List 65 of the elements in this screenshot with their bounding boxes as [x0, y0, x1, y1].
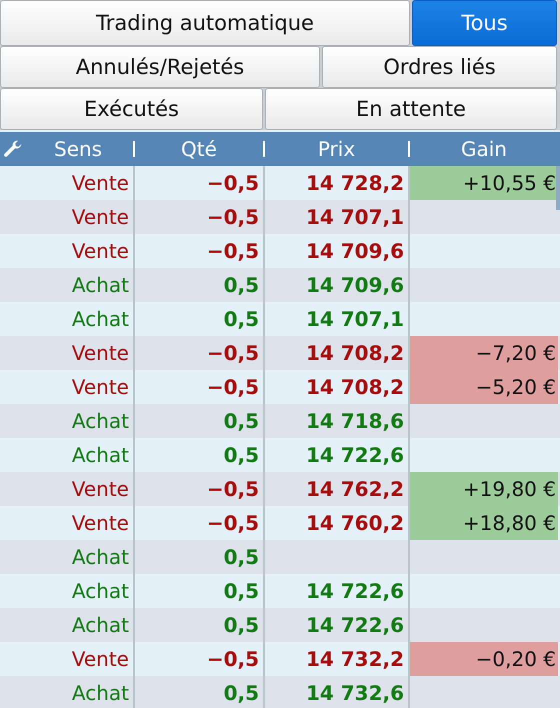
table-cell: Vente	[72, 511, 129, 535]
table-cell: Vente	[72, 239, 129, 263]
column-header[interactable]: Sens	[54, 137, 102, 161]
table-cell: 14 762,2	[306, 477, 404, 501]
table-cell: 0,5	[224, 681, 259, 705]
table-cell: 14 732,2	[306, 647, 404, 671]
table-cell: Achat	[72, 273, 129, 297]
table-cell: Achat	[72, 681, 129, 705]
table-cell: Vente	[72, 171, 129, 195]
table-cell: 14 708,2	[306, 375, 404, 399]
table-cell: −0,5	[206, 647, 259, 671]
table-cell: Vente	[72, 205, 129, 229]
table-cell: Achat	[72, 545, 129, 569]
wrench-icon[interactable]	[2, 138, 24, 160]
table-cell: 14 722,6	[306, 613, 404, 637]
table-cell-text: −7,20 €	[476, 341, 557, 365]
table-cell: Achat	[72, 443, 129, 467]
table-cell: Vente	[72, 375, 129, 399]
tab[interactable]: En attente	[265, 88, 557, 130]
table-cell: 0,5	[224, 443, 259, 467]
table-cell: −0,5	[206, 239, 259, 263]
table-cell: 14 707,1	[306, 205, 404, 229]
table-cell: Vente	[72, 647, 129, 671]
table-cell: 14 709,6	[306, 273, 404, 297]
table-cell: −0,5	[206, 341, 259, 365]
table-cell: −0,5	[206, 375, 259, 399]
table-cell: Achat	[72, 579, 129, 603]
table-cell-text: +18,80 €	[462, 511, 557, 535]
table-cell: 0,5	[224, 273, 259, 297]
table-cell: 14 732,6	[306, 681, 404, 705]
table-cell: 14 722,6	[306, 443, 404, 467]
table-cell: −0,5	[206, 511, 259, 535]
column-header[interactable]: Qté	[181, 137, 217, 161]
table-cell: 14 707,1	[306, 307, 404, 331]
tab[interactable]: Exécutés	[0, 88, 263, 130]
table-cell-text: +19,80 €	[462, 477, 557, 501]
table-cell-text: −0,20 €	[476, 647, 557, 671]
table-cell: 0,5	[224, 307, 259, 331]
table-cell: −0,5	[206, 171, 259, 195]
table-cell: 14 760,2	[306, 511, 404, 535]
table-cell: 14 708,2	[306, 341, 404, 365]
tab[interactable]: Trading automatique	[0, 0, 410, 46]
table-cell-text: −5,20 €	[476, 375, 557, 399]
table-cell: −0,5	[206, 205, 259, 229]
table-cell: 0,5	[224, 545, 259, 569]
table-cell: 0,5	[224, 613, 259, 637]
table-cell: Vente	[72, 341, 129, 365]
table-cell: 0,5	[224, 409, 259, 433]
table-cell: Achat	[72, 409, 129, 433]
table-cell: 14 722,6	[306, 579, 404, 603]
scrollbar-thumb[interactable]	[556, 166, 560, 210]
tab[interactable]: Annulés/Rejetés	[0, 46, 320, 88]
table-cell: 14 728,2	[306, 171, 404, 195]
column-header[interactable]: Prix	[318, 137, 356, 161]
table-cell: Achat	[72, 613, 129, 637]
table-cell: Achat	[72, 307, 129, 331]
table-cell-text: +10,55 €	[462, 171, 557, 195]
table-cell: Vente	[72, 477, 129, 501]
table-cell: 0,5	[224, 579, 259, 603]
tab[interactable]: Tous	[412, 0, 557, 46]
tab[interactable]: Ordres liés	[322, 46, 557, 88]
table-cell: 14 718,6	[306, 409, 404, 433]
column-header[interactable]: Gain	[461, 137, 507, 161]
table-cell: 14 709,6	[306, 239, 404, 263]
table-cell: −0,5	[206, 477, 259, 501]
